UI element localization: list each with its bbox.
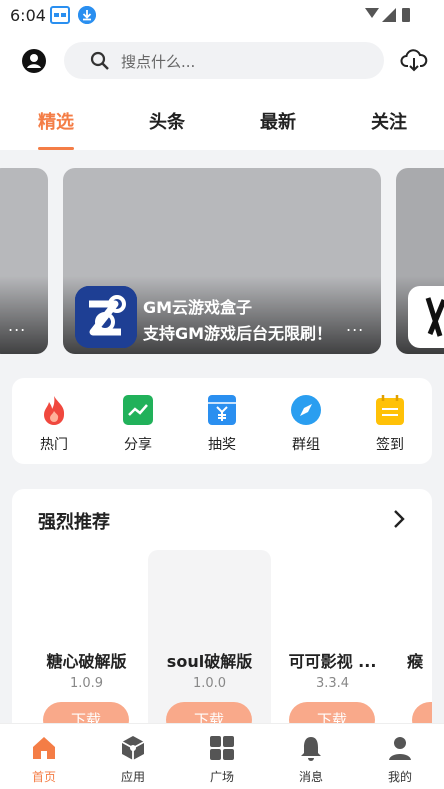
section-title: 强烈推荐	[38, 512, 110, 533]
quick-action-share[interactable]: 分享	[108, 394, 168, 454]
app-card[interactable]: 可可影视 ... 3.3.4 下载	[271, 550, 394, 749]
app-name: 瘊	[407, 652, 424, 671]
quick-actions: 热门 分享 抽奖 群组 签到	[12, 378, 432, 464]
nav-home[interactable]: 首页	[14, 734, 74, 785]
quick-action-label: 分享	[124, 437, 152, 453]
cube-icon	[121, 736, 145, 760]
quick-action-label: 群组	[292, 437, 320, 453]
bottom-nav: 首页 应用 广场 消息 我的	[0, 723, 444, 789]
quick-action-checkin[interactable]: 签到	[360, 394, 420, 454]
banner-card-main[interactable]: GM云游戏盒子 支持GM游戏后台无限刷！ ...	[63, 168, 381, 354]
tab-indicator	[38, 147, 74, 150]
avatar-icon[interactable]	[21, 48, 47, 74]
tab-following[interactable]: 关注	[371, 108, 407, 134]
app-version: 1.0.9	[69, 676, 104, 691]
search-icon	[90, 51, 109, 70]
nav-label: 我的	[387, 770, 412, 784]
chevron-right-icon[interactable]	[390, 509, 408, 529]
nav-label: 消息	[298, 770, 323, 784]
banner-shade	[0, 276, 48, 354]
quick-action-label: 抽奖	[208, 437, 236, 453]
app-version: 3.3.4	[315, 676, 350, 691]
app-name: 糖心破解版	[46, 652, 127, 671]
gm-app-logo	[75, 286, 137, 348]
gm-logo-icon	[75, 286, 137, 348]
app-version: 1.0.0	[192, 676, 227, 691]
top-bar: 搜点什么...	[0, 30, 444, 92]
status-bar: 6:04	[0, 0, 444, 30]
quick-action-label: 签到	[376, 437, 404, 453]
calendar-icon	[376, 395, 404, 425]
app-card[interactable]: soul破解版 1.0.0 下载	[148, 550, 271, 749]
game-notification-icon	[50, 6, 70, 24]
search-bar[interactable]: 搜点什么...	[64, 42, 384, 79]
nav-label: 应用	[120, 770, 145, 784]
lottery-icon	[208, 395, 236, 425]
cloud-download-icon[interactable]	[400, 46, 428, 74]
user-icon	[389, 737, 411, 760]
nav-messages[interactable]: 消息	[281, 734, 341, 785]
tab-featured[interactable]: 精选	[38, 108, 74, 134]
nav-label: 首页	[31, 770, 56, 784]
status-time: 6:04	[10, 6, 46, 25]
banner-title: GM云游戏盒子	[143, 298, 253, 317]
banner-subtitle: 支持GM游戏后台无限刷！	[143, 324, 333, 343]
x-logo-icon	[425, 297, 444, 337]
top-tabs: 精选 头条 最新 关注	[0, 92, 444, 150]
compass-icon	[291, 395, 321, 425]
banner-card-next[interactable]	[396, 168, 444, 354]
tab-headlines[interactable]: 头条	[149, 108, 185, 134]
next-app-logo	[408, 286, 444, 348]
banner-more: ...	[8, 316, 27, 335]
search-placeholder: 搜点什么...	[121, 53, 196, 71]
nav-square[interactable]: 广场	[192, 734, 252, 785]
nav-label: 广场	[209, 770, 234, 784]
banner-more: ...	[346, 316, 365, 335]
recommend-section: 强烈推荐 糖心破解版 1.0.9 下载 soul破解版 1.0.0 下载 可可影…	[12, 489, 432, 749]
quick-action-lottery[interactable]: 抽奖	[192, 394, 252, 454]
quick-action-label: 热门	[40, 437, 68, 453]
quick-action-groups[interactable]: 群组	[276, 394, 336, 454]
quick-action-hot[interactable]: 热门	[24, 394, 84, 454]
app-name: soul破解版	[166, 652, 253, 671]
app-card[interactable]: 糖心破解版 1.0.9 下载	[25, 550, 148, 749]
system-status-icons	[365, 8, 410, 22]
chart-icon	[123, 395, 153, 425]
app-card[interactable]: 瘊 下	[394, 550, 432, 749]
app-name: 可可影视 ...	[288, 652, 377, 671]
grid-icon	[210, 736, 234, 760]
home-icon	[33, 737, 55, 759]
flame-icon	[44, 396, 65, 425]
nav-profile[interactable]: 我的	[370, 734, 430, 785]
download-notification-icon	[78, 6, 96, 24]
nav-apps[interactable]: 应用	[103, 734, 163, 785]
banner-card-previous[interactable]: ...	[0, 168, 48, 354]
bell-icon	[301, 737, 321, 761]
tab-latest[interactable]: 最新	[260, 108, 296, 134]
